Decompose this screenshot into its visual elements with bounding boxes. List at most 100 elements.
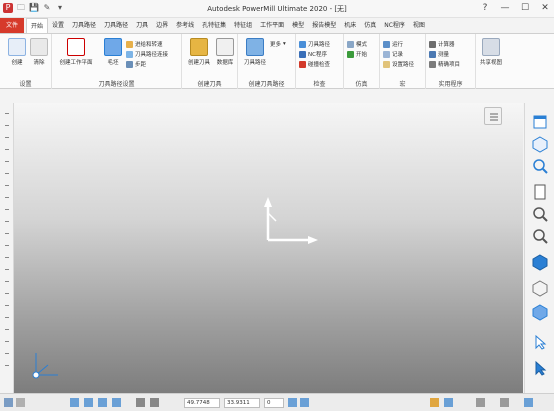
database-icon	[216, 38, 234, 56]
select-button[interactable]	[531, 333, 549, 351]
viewport-canvas	[32, 197, 318, 379]
ruler-tick	[5, 329, 9, 330]
tab-workplane[interactable]: 工作平面	[256, 18, 288, 33]
coord-z-field[interactable]: 0	[264, 398, 284, 408]
record-macro-button[interactable]: 记录	[383, 50, 403, 58]
gouge-check-button[interactable]: 碰撞检查	[299, 60, 330, 68]
ruler-tick	[5, 305, 9, 306]
minimize-icon[interactable]: —	[498, 2, 512, 14]
status-icon-13[interactable]	[476, 398, 485, 407]
stepover-button[interactable]: 步距	[126, 60, 146, 68]
set-path-button[interactable]: 设置路径	[383, 60, 414, 68]
ruler-tick	[5, 365, 9, 366]
status-icon-7[interactable]	[136, 398, 145, 407]
ruler-tick	[5, 293, 9, 294]
tab-features[interactable]: 特征组	[230, 18, 256, 33]
ruler-tick	[5, 185, 9, 186]
zoom-icon	[533, 159, 548, 174]
group-create-toolpath-label: 创建刀具路径	[248, 81, 285, 88]
tab-tool[interactable]: 刀具	[132, 18, 152, 33]
status-icon-2[interactable]	[16, 398, 25, 407]
tab-setup[interactable]: 设置	[48, 18, 68, 33]
view-triad-icon	[32, 353, 58, 379]
status-icon-11[interactable]	[430, 398, 439, 407]
stepover-icon	[126, 60, 133, 68]
cube-icon	[532, 136, 548, 153]
start-button[interactable]: 开始	[347, 50, 367, 58]
tab-report[interactable]: 报告模型	[308, 18, 340, 33]
zoom-box-button[interactable]	[531, 157, 549, 175]
tab-holes[interactable]: 孔特征集	[198, 18, 230, 33]
group-create-tool: 创建刀具 数据库 创建刀具	[182, 34, 238, 90]
mode-button[interactable]: 模式	[347, 40, 367, 48]
window-controls: ? — ☐ ✕	[478, 2, 552, 14]
zoom-in-icon	[533, 207, 548, 222]
toolpath-connect-button[interactable]: 刀具路径连接	[126, 50, 168, 58]
ruler-tick	[5, 269, 9, 270]
measure-button[interactable]: 测量	[429, 50, 449, 58]
status-icon-15[interactable]	[524, 398, 533, 407]
feeds-speeds-button[interactable]: 进给和转速	[126, 40, 163, 48]
status-icon-8[interactable]	[150, 398, 159, 407]
cursor-icon	[535, 334, 547, 350]
nc-program-icon	[299, 50, 306, 58]
tab-view[interactable]: 视图	[409, 18, 429, 33]
share-view-button[interactable]: 共享视图	[476, 38, 506, 66]
block-button[interactable]: 毛坯	[98, 38, 128, 66]
echo-button[interactable]: 精确项目	[429, 60, 460, 68]
check-toolpath-button[interactable]: 刀具路径	[299, 40, 330, 48]
create-workplane-button[interactable]: 创建工作平面	[58, 38, 94, 66]
group-check-label: 检查	[313, 81, 326, 88]
zoom-out-button[interactable]	[531, 227, 549, 245]
ruler-tick	[5, 173, 9, 174]
status-icon-14[interactable]	[500, 398, 509, 407]
status-icon-3[interactable]	[70, 398, 79, 407]
shaded-view-button[interactable]	[531, 253, 549, 271]
feeds-icon	[126, 40, 133, 48]
tab-boundary[interactable]: 边界	[152, 18, 172, 33]
group-setup-label: 设置	[19, 81, 32, 88]
status-icon-5[interactable]	[98, 398, 107, 407]
tab-home[interactable]: 开始	[26, 18, 49, 33]
tab-nc-program[interactable]: NC程序	[380, 18, 409, 33]
coord-y-field[interactable]: 33.9311	[224, 398, 260, 408]
run-macro-button[interactable]: 运行	[383, 40, 403, 48]
clear-button[interactable]: 清除	[24, 38, 54, 66]
iso-view-button[interactable]	[531, 135, 549, 153]
database-button[interactable]: 数据库	[210, 38, 240, 66]
status-icon-10[interactable]	[300, 398, 309, 407]
zoom-in-button[interactable]	[531, 205, 549, 223]
graphics-viewport[interactable]	[14, 103, 523, 393]
tab-toolpath-2[interactable]: 刀具路径	[100, 18, 132, 33]
tab-file[interactable]: 文件	[0, 18, 25, 33]
tab-pattern[interactable]: 参考线	[172, 18, 198, 33]
more-button[interactable]: 更多 ▾	[270, 40, 286, 48]
wireframe-cube-icon	[532, 280, 548, 297]
tab-machine[interactable]: 机床	[340, 18, 360, 33]
tab-model[interactable]: 模型	[288, 18, 308, 33]
explorer-toggle-button[interactable]	[531, 113, 549, 131]
box-view-button[interactable]	[531, 303, 549, 321]
select-drag-button[interactable]	[531, 359, 549, 377]
wireframe-view-button[interactable]	[531, 279, 549, 297]
status-icon-4[interactable]	[84, 398, 93, 407]
tab-toolpath-1[interactable]: 刀具路径	[68, 18, 100, 33]
maximize-icon[interactable]: ☐	[518, 2, 532, 14]
status-icon-12[interactable]	[444, 398, 453, 407]
status-icon-6[interactable]	[112, 398, 121, 407]
close-icon[interactable]: ✕	[538, 2, 552, 14]
calculator-button[interactable]: 计算器	[429, 40, 455, 48]
nc-program-button[interactable]: NC程序	[299, 50, 327, 58]
viewport-menu-button[interactable]	[484, 107, 502, 125]
document-icon	[534, 184, 546, 200]
help-icon[interactable]: ?	[478, 2, 492, 14]
view-page-button[interactable]	[531, 183, 549, 201]
ruler-tick	[5, 137, 9, 138]
ruler-tick	[5, 281, 9, 282]
left-ruler	[0, 103, 14, 393]
status-icon-9[interactable]	[288, 398, 297, 407]
tab-simulate[interactable]: 仿真	[360, 18, 380, 33]
coord-x-field[interactable]: 49.7748	[184, 398, 220, 408]
toolpath-button[interactable]: 刀具路径	[240, 38, 270, 66]
status-icon-1[interactable]	[4, 398, 13, 407]
